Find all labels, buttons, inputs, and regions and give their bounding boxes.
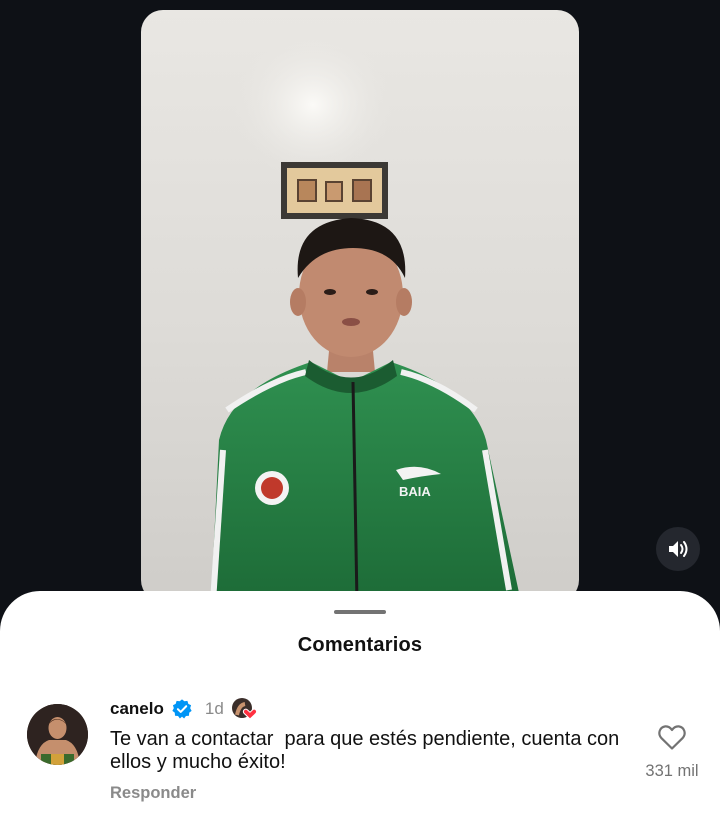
comment-header: canelo 1d xyxy=(110,698,257,720)
sheet-title: Comentarios xyxy=(297,634,423,656)
svg-text:BAIA: BAIA xyxy=(399,484,431,499)
sheet-grabber-handle[interactable] xyxy=(334,610,386,614)
wall-picture-frame xyxy=(281,162,388,219)
video-player[interactable]: BAIA xyxy=(141,10,579,602)
comment-username[interactable]: canelo xyxy=(110,699,164,719)
comment-timestamp: 1d xyxy=(204,699,224,718)
verified-badge-icon xyxy=(172,699,192,719)
speaker-on-icon xyxy=(669,541,688,557)
comments-sheet: Comentarios canelo 1d Te van a contactar… xyxy=(0,591,720,818)
like-count: 331 mil xyxy=(645,762,699,780)
avatar[interactable] xyxy=(27,704,88,765)
person: BAIA xyxy=(210,218,521,602)
sound-toggle-button[interactable] xyxy=(656,527,700,571)
avatar-image xyxy=(27,704,88,765)
author-liked-heart-icon xyxy=(231,697,257,721)
video-frame-illustration: BAIA xyxy=(210,30,521,602)
comment-text: Te van a contactar para que estés pendie… xyxy=(110,728,625,773)
heart-outline-icon[interactable] xyxy=(657,723,687,751)
reply-button[interactable]: Responder xyxy=(110,784,196,803)
